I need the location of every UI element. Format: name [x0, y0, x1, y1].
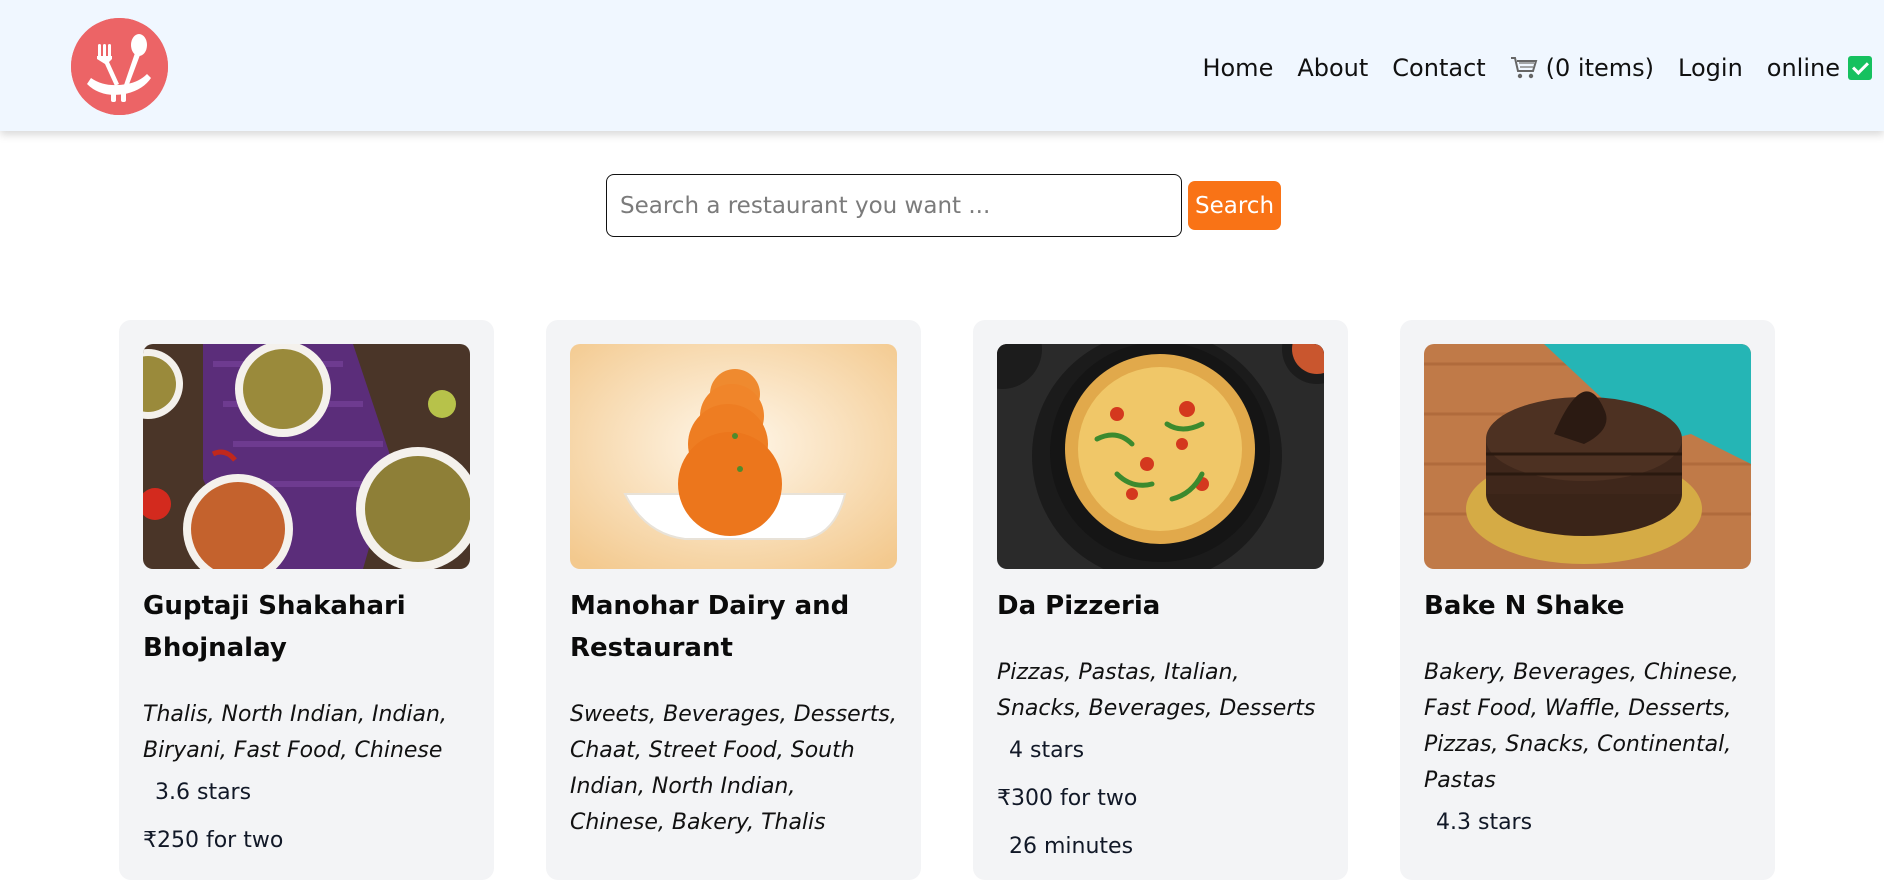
restaurant-name: Manohar Dairy and Restaurant	[570, 591, 850, 663]
restaurant-rating: 4 stars	[1009, 738, 1085, 763]
restaurant-name: Da Pizzeria	[997, 591, 1161, 621]
restaurant-price: ₹250 for two	[143, 828, 284, 853]
restaurant-cuisines: Sweets, Beverages, Desserts, Chaat, Stre…	[570, 702, 897, 835]
restaurant-card[interactable]: Bake N Shake Bakery, Beverages, Chinese,…	[1400, 320, 1775, 880]
restaurant-rating: 4.3 stars	[1436, 810, 1533, 835]
restaurant-card[interactable]: Guptaji Shakahari Bhojnalay Thalis, Nort…	[119, 320, 494, 880]
restaurant-cuisines: Bakery, Beverages, Chinese, Fast Food, W…	[1424, 660, 1739, 793]
search-input[interactable]	[606, 174, 1182, 237]
restaurant-card[interactable]: Da Pizzeria Pizzas, Pastas, Italian, Sna…	[973, 320, 1348, 880]
nav-login-button[interactable]: Login	[1678, 54, 1743, 82]
app-logo[interactable]	[71, 18, 168, 115]
cart-icon	[1510, 57, 1538, 79]
restaurant-name: Bake N Shake	[1424, 591, 1625, 621]
search-bar: Search	[606, 174, 1282, 237]
restaurant-cuisines: Pizzas, Pastas, Italian, Snacks, Beverag…	[997, 660, 1316, 721]
restaurant-name: Guptaji Shakahari Bhojnalay	[143, 591, 406, 663]
main-nav: Home About Contact (0 items) Login onlin…	[1202, 48, 1872, 88]
restaurant-card[interactable]: Manohar Dairy and Restaurant Sweets, Bev…	[546, 320, 921, 880]
nav-about-link[interactable]: About	[1297, 54, 1368, 82]
restaurant-image	[1424, 344, 1751, 569]
restaurant-image	[997, 344, 1324, 569]
restaurant-rating: 3.6 stars	[155, 780, 252, 805]
online-status-label: online	[1766, 54, 1840, 82]
restaurant-image	[143, 344, 470, 569]
restaurant-image	[570, 344, 897, 569]
restaurant-price: ₹300 for two	[997, 786, 1138, 811]
nav-cart-link[interactable]: (0 items)	[1510, 54, 1654, 82]
nav-home-link[interactable]: Home	[1202, 54, 1273, 82]
search-button[interactable]: Search	[1188, 181, 1282, 230]
restaurant-delivery-time: 26 minutes	[1009, 834, 1134, 859]
nav-contact-link[interactable]: Contact	[1392, 54, 1485, 82]
fork-spoon-bowl-logo-icon	[71, 18, 168, 115]
online-status: online	[1767, 54, 1872, 82]
header: Home About Contact (0 items) Login onlin…	[0, 0, 1884, 131]
check-icon	[1848, 56, 1872, 80]
restaurant-cuisines: Thalis, North Indian, Indian, Biryani, F…	[143, 702, 447, 763]
cart-count: (0 items)	[1545, 54, 1655, 82]
